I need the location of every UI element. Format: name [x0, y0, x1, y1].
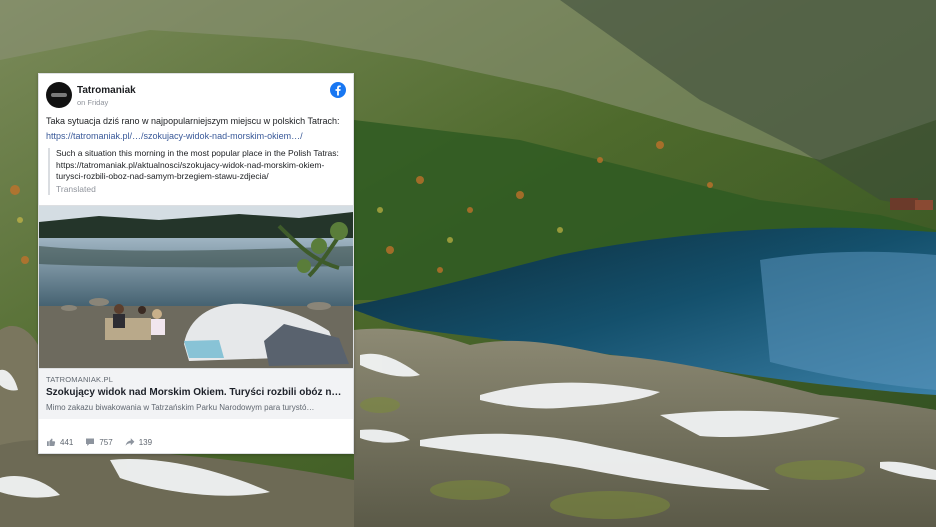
likes-stat[interactable]: 441 — [46, 437, 73, 447]
comment-icon — [86, 438, 95, 446]
shares-count: 139 — [138, 437, 153, 447]
link-preview[interactable]: TATROMANIAK.PL Szokujący widok nad Morsk… — [39, 369, 353, 419]
link-domain: TATROMANIAK.PL — [46, 375, 114, 384]
comments-count: 757 — [99, 437, 113, 447]
likes-count: 441 — [60, 437, 74, 447]
translated-label[interactable]: Translated — [56, 184, 344, 196]
translation-block: Such a situation this morning in the mos… — [48, 148, 344, 195]
link-title[interactable]: Szokujący widok nad Morskim Okiem. Turyś… — [46, 387, 346, 398]
facebook-icon[interactable] — [330, 82, 346, 98]
share-icon — [125, 438, 135, 446]
shares-stat[interactable]: 139 — [125, 437, 152, 447]
post-header: Tatromaniak on Friday — [46, 82, 346, 110]
facebook-post-card: Tatromaniak on Friday Taka sytuacja dziś… — [38, 73, 354, 454]
link-preview-image[interactable] — [39, 205, 353, 369]
comments-stat[interactable]: 757 — [85, 437, 113, 447]
like-icon — [47, 438, 56, 446]
translation-text: Such a situation this morning in the mos… — [56, 148, 339, 181]
post-text: Taka sytuacja dziś rano w najpopularniej… — [46, 116, 340, 126]
engagement-stats: 441 757 139 — [46, 435, 152, 449]
post-link[interactable]: https://tatromaniak.pl/…/szokujacy-widok… — [46, 130, 348, 142]
link-description: Mimo zakazu biwakowania w Tatrzańskim Pa… — [46, 403, 315, 412]
post-timestamp[interactable]: on Friday — [77, 98, 108, 107]
page-name[interactable]: Tatromaniak — [77, 85, 136, 96]
page-avatar[interactable] — [46, 82, 72, 108]
